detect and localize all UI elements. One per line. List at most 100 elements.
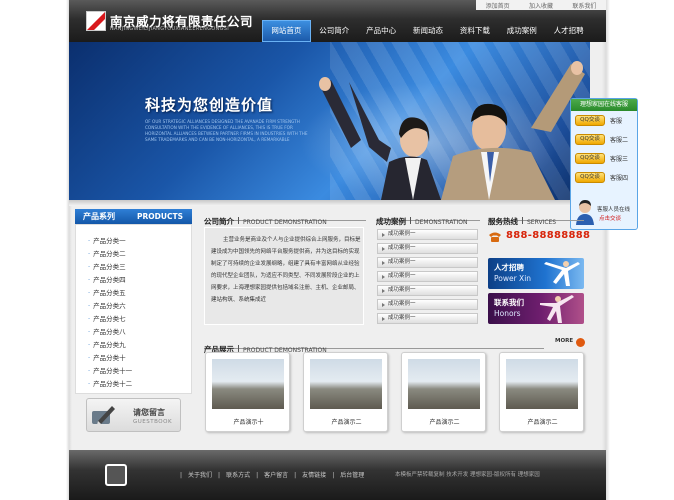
product-card[interactable]: 产品演示二 bbox=[401, 352, 486, 432]
product-category-item[interactable]: 产品分类六 bbox=[88, 300, 126, 310]
qq-row: QQ交谈 客服三 bbox=[571, 149, 637, 168]
product-thumbnail bbox=[310, 359, 382, 409]
cases-title-en: DEMONSTRATION bbox=[415, 219, 468, 226]
contact-banner[interactable]: 联系我们 Honors bbox=[488, 293, 584, 324]
product-caption: 产品演示二 bbox=[331, 419, 362, 426]
case-item[interactable]: 成功案例一 bbox=[377, 271, 478, 282]
product-category-item[interactable]: 产品分类十 bbox=[88, 352, 126, 362]
divider bbox=[238, 217, 239, 224]
divider bbox=[522, 217, 523, 224]
qq-row: QQ交谈 客服四 bbox=[571, 168, 637, 187]
about-header: 公司简介 PRODUCT DEMONSTRATION bbox=[204, 209, 366, 226]
products-header: 产品系列 PRODUCTS bbox=[75, 209, 192, 224]
nav-news[interactable]: 新闻动态 bbox=[405, 20, 452, 42]
top-link-home[interactable]: 添加首页 bbox=[486, 1, 510, 10]
product-category-item[interactable]: 产品分类九 bbox=[88, 339, 126, 349]
nav-home[interactable]: 网站首页 bbox=[262, 20, 311, 42]
product-card[interactable]: 产品演示二 bbox=[499, 352, 584, 432]
jobs-banner-subtitle: Power Xin bbox=[494, 274, 532, 283]
product-category-item[interactable]: 产品分类四 bbox=[88, 274, 126, 284]
guestbook-subtitle: GUESTBOOK bbox=[133, 419, 173, 425]
footer-link-admin[interactable]: 后台管理 bbox=[340, 472, 364, 479]
guestbook-button[interactable]: 请您留言 GUESTBOOK bbox=[86, 398, 181, 432]
footer-divider: | bbox=[218, 472, 221, 479]
logo-subtitle: NANJINGWEILIJIANGYOUXIANZERENGONGSI bbox=[110, 26, 230, 32]
case-item[interactable]: 成功案例一 bbox=[377, 243, 478, 254]
banner-people-image bbox=[319, 61, 585, 200]
case-item[interactable]: 成功案例一 bbox=[377, 299, 478, 310]
product-category-item[interactable]: 产品分类八 bbox=[88, 326, 126, 336]
footer-copyright: 本模板严禁转载复制 技术开发 理想家园-版权所有 理想家园 bbox=[395, 472, 540, 478]
jobs-banner[interactable]: 人才招聘 Power Xin bbox=[488, 258, 584, 289]
qq-chat-button[interactable]: QQ交谈 bbox=[575, 134, 605, 145]
about-box: 主营业务是商业及个人与企业提供综合上网服务，目标是建设成为中国领先的网络平台服务… bbox=[204, 227, 364, 325]
hotline-number: 888-88888888 bbox=[506, 230, 591, 241]
top-link-favorite[interactable]: 加入收藏 bbox=[529, 1, 553, 10]
case-item[interactable]: 成功案例一 bbox=[377, 257, 478, 268]
more-button[interactable]: MORE bbox=[555, 338, 585, 347]
product-category-item[interactable]: 产品分类一 bbox=[88, 235, 126, 245]
about-title-en: PRODUCT DEMONSTRATION bbox=[243, 219, 327, 226]
product-caption: 产品演示二 bbox=[527, 419, 558, 426]
footer-link-friends[interactable]: 友情链接 bbox=[302, 472, 326, 479]
qq-title: 理想家园在线客服 bbox=[571, 99, 637, 111]
qq-agent-name: 客服四 bbox=[610, 175, 629, 182]
hero-banner: 科技为您创造价值 OF OUR STRATEGIC ALLIANCES DESI… bbox=[69, 42, 590, 200]
page: 添加首页 加入收藏 联系我们 南京威力将有限责任公司 NANJINGWEILIJ… bbox=[0, 0, 674, 500]
product-card[interactable]: 产品演示二 bbox=[303, 352, 388, 432]
showcase-header: 产品展示 PRODUCT DEMONSTRATION bbox=[204, 337, 544, 354]
qq-row: QQ交谈 客服 bbox=[571, 111, 637, 130]
banner-bottom-strip bbox=[69, 200, 590, 206]
products-title: 产品系列 bbox=[83, 212, 115, 221]
footer: | 关于我们 | 联系方式 | 客户留言 | 友情链接 | 后台管理 本模板严禁转载复制 技术开发… bbox=[69, 450, 606, 500]
footer-divider: | bbox=[256, 472, 259, 479]
footer-link-guestbook[interactable]: 客户留言 bbox=[264, 472, 288, 479]
nav-about[interactable]: 公司简介 bbox=[311, 20, 358, 42]
case-item[interactable]: 成功案例一 bbox=[377, 313, 478, 324]
product-caption: 产品演示十 bbox=[233, 419, 264, 426]
qq-agent-name: 客服三 bbox=[610, 156, 629, 163]
dancer-image bbox=[540, 295, 574, 323]
footer-link-contact[interactable]: 联系方式 bbox=[226, 472, 250, 479]
logo[interactable]: 南京威力将有限责任公司 NANJINGWEILIJIANGYOUXIANZERE… bbox=[86, 11, 256, 33]
qq-chat-button[interactable]: QQ交谈 bbox=[575, 153, 605, 164]
banner-english-text: OF OUR STRATEGIC ALLIANCES DESIGNED THE … bbox=[145, 119, 308, 142]
qq-agent-name: 客服 bbox=[610, 118, 623, 125]
top-link-contact[interactable]: 联系我们 bbox=[572, 1, 596, 10]
qq-click-chat-link[interactable]: 点击交谈 bbox=[599, 214, 621, 222]
product-category-item[interactable]: 产品分类十二 bbox=[88, 378, 132, 388]
qq-chat-button[interactable]: QQ交谈 bbox=[575, 172, 605, 183]
nav-products[interactable]: 产品中心 bbox=[358, 20, 405, 42]
qq-service-label: 客服人员在线 bbox=[597, 207, 631, 213]
product-thumbnail bbox=[506, 359, 578, 409]
product-category-item[interactable]: 产品分类二 bbox=[88, 248, 126, 258]
main-nav: 网站首页 公司简介 产品中心 新闻动态 资料下载 成功案例 人才招聘 bbox=[262, 20, 592, 42]
product-thumbnail bbox=[212, 359, 284, 409]
phone-icon bbox=[489, 232, 501, 242]
case-item[interactable]: 成功案例一 bbox=[377, 285, 478, 296]
nav-downloads[interactable]: 资料下载 bbox=[451, 20, 498, 42]
divider bbox=[238, 345, 239, 352]
nav-jobs[interactable]: 人才招聘 bbox=[545, 20, 592, 42]
product-category-item[interactable]: 产品分类十一 bbox=[88, 365, 132, 375]
qq-row: QQ交谈 客服二 bbox=[571, 130, 637, 149]
product-caption: 产品演示二 bbox=[429, 419, 460, 426]
nav-cases[interactable]: 成功案例 bbox=[498, 20, 545, 42]
service-title-en: SERVICES bbox=[527, 219, 557, 226]
footer-divider: | bbox=[332, 472, 335, 479]
product-category-item[interactable]: 产品分类五 bbox=[88, 287, 126, 297]
product-category-item[interactable]: 产品分类七 bbox=[88, 313, 126, 323]
footer-logo-icon bbox=[105, 464, 127, 486]
qq-chat-button[interactable]: QQ交谈 bbox=[575, 115, 605, 126]
cases-header: 成功案例 DEMONSTRATION bbox=[376, 209, 480, 226]
jobs-banner-title: 人才招聘 bbox=[494, 263, 524, 272]
product-card[interactable]: 产品演示十 bbox=[205, 352, 290, 432]
logo-mark-icon bbox=[86, 11, 106, 31]
more-label: MORE bbox=[555, 338, 574, 344]
product-category-item[interactable]: 产品分类三 bbox=[88, 261, 126, 271]
footer-link-about[interactable]: 关于我们 bbox=[188, 472, 212, 479]
case-item[interactable]: 成功案例一 bbox=[377, 229, 478, 240]
service-title: 服务热线 bbox=[488, 217, 518, 226]
product-thumbnail bbox=[408, 359, 480, 409]
contact-banner-subtitle: Honors bbox=[494, 309, 521, 318]
